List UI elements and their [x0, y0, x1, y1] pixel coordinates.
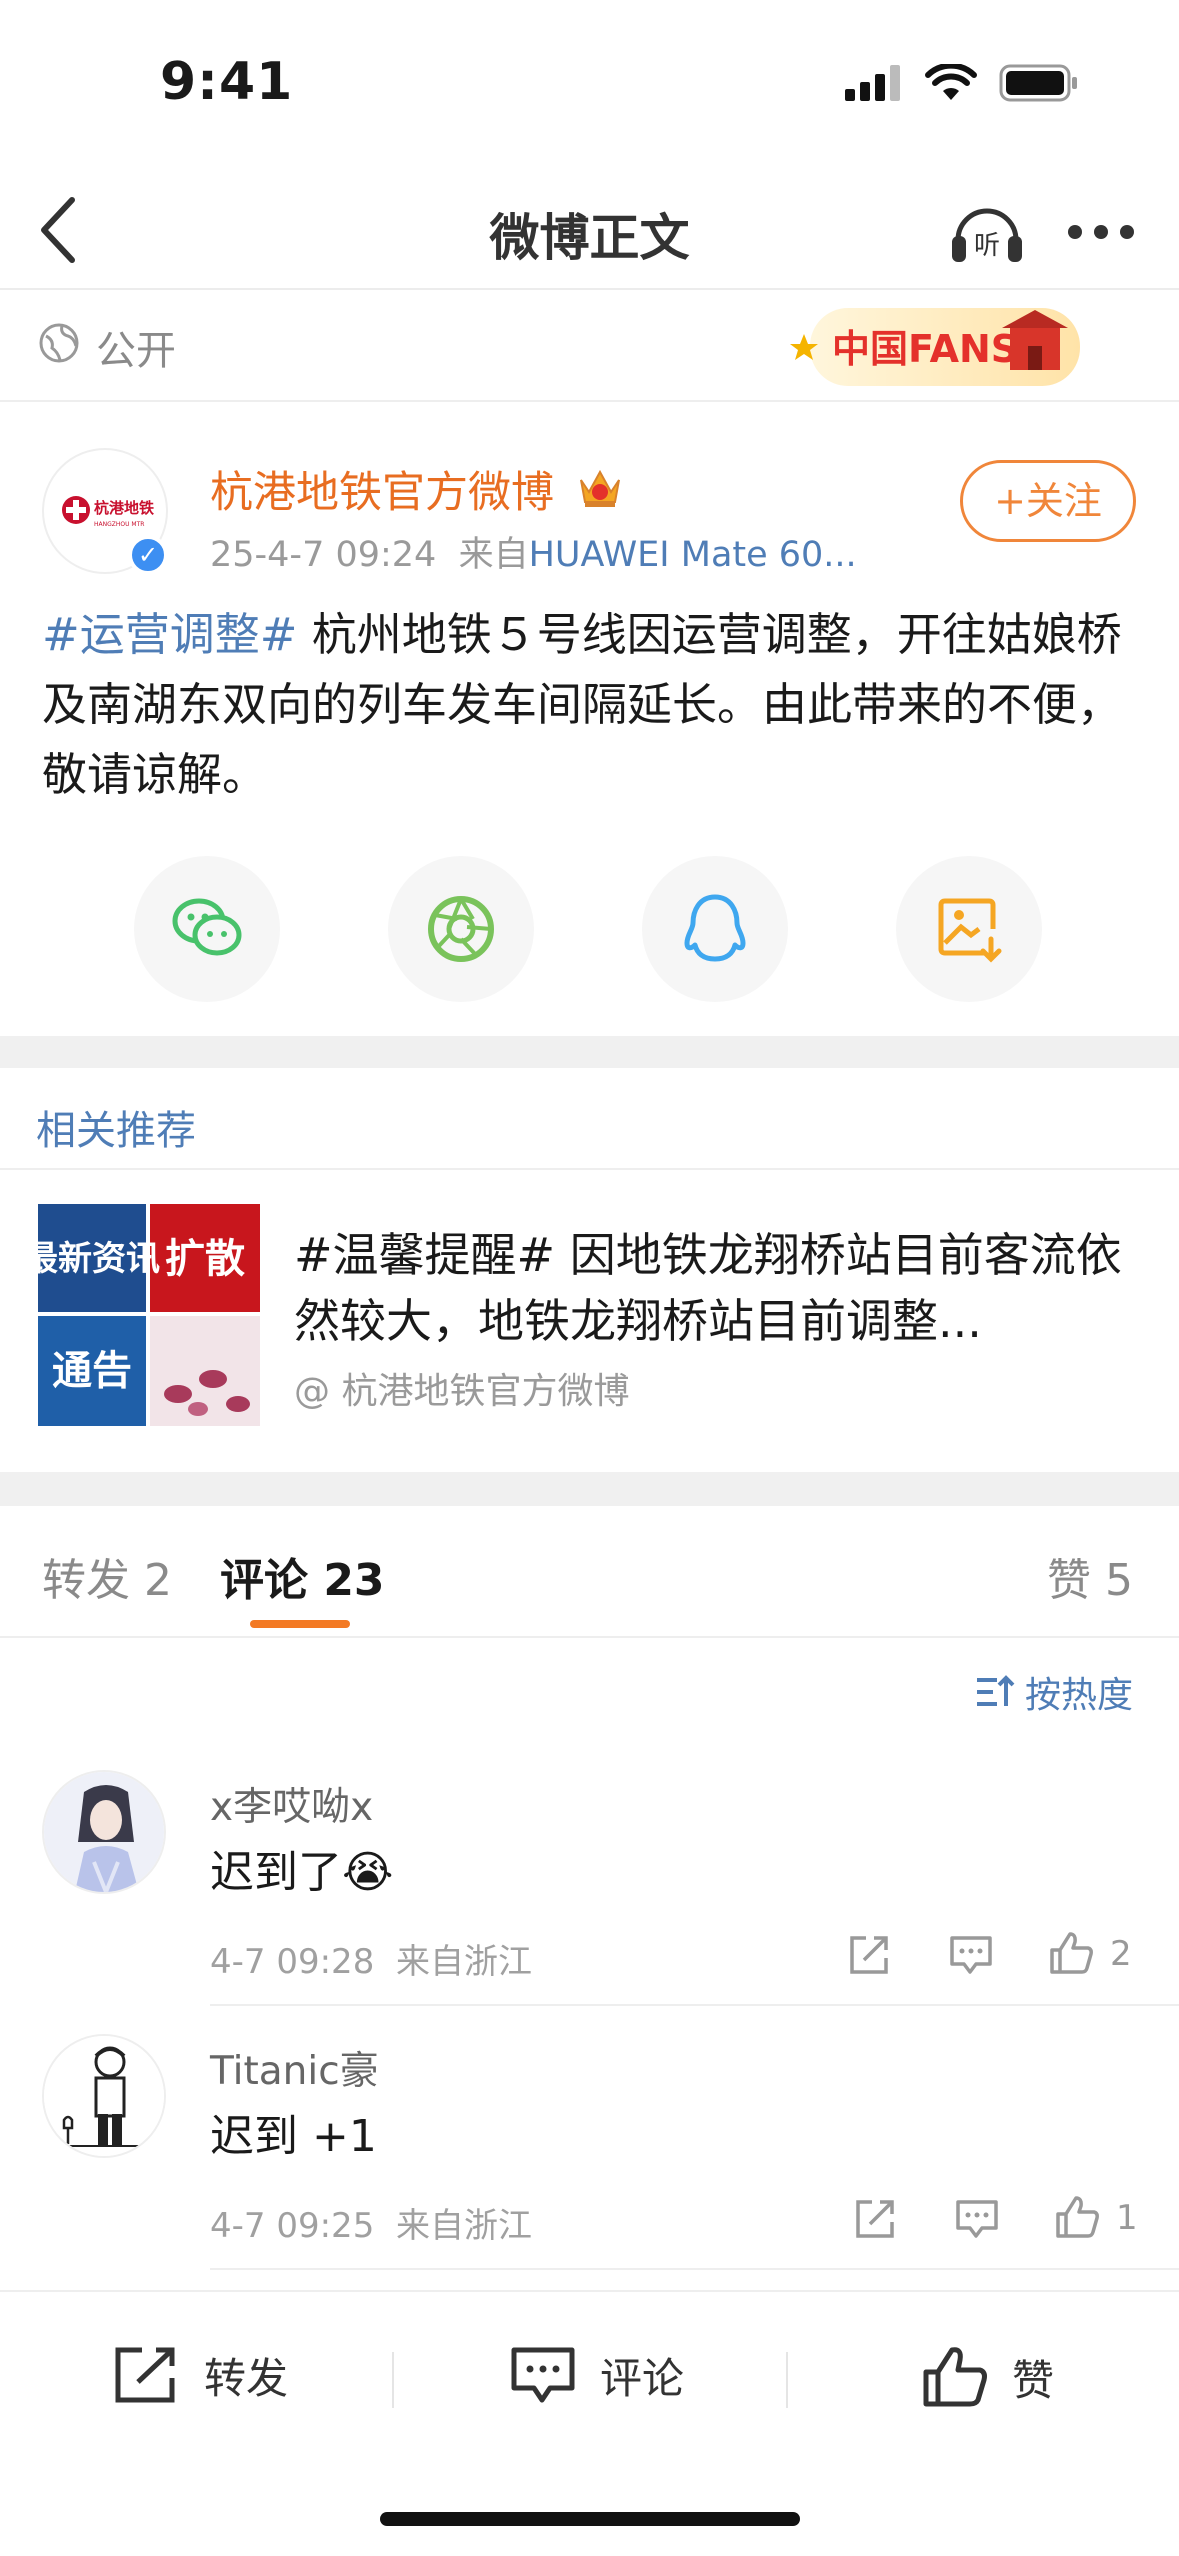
signal-icon: [845, 65, 900, 101]
qq-icon: [684, 894, 746, 962]
related-header: 相关推荐: [36, 1108, 196, 1154]
sort-label: 按热度: [1024, 1675, 1133, 1716]
comment-meta: 4-7 09:28 来自浙江: [210, 1934, 532, 1983]
status-icons: [845, 64, 1079, 102]
source-prefix: 来自: [458, 535, 529, 575]
post-hashtag[interactable]: #运营调整#: [42, 608, 297, 661]
like-label: 赞: [1012, 2355, 1055, 2405]
post-date: 25-4-7 09:24: [210, 535, 437, 575]
like-icon: [923, 2347, 987, 2407]
divider: [392, 2352, 394, 2408]
comment-icon[interactable]: [954, 2196, 1000, 2242]
sort-icon: [976, 1675, 1015, 1706]
post-text: #运营调整# 杭州地铁５号线因运营调整，开往姑娘桥及南湖东双向的列车发车间隔延长…: [42, 600, 1142, 810]
comment-author[interactable]: x李哎呦x: [210, 1776, 373, 1832]
wifi-icon: [925, 64, 977, 100]
comment-author[interactable]: Titanic豪: [210, 2040, 379, 2096]
repost-icon[interactable]: [852, 2196, 898, 2242]
globe-icon: [39, 323, 79, 363]
divider: [0, 1636, 1179, 1638]
comment-icon[interactable]: [948, 1932, 994, 1978]
comment-time: 4-7 09:28: [210, 1942, 375, 1982]
thumb-label-spread: 扩散: [165, 1236, 245, 1282]
bottom-action-bar: 转发 评论 赞: [0, 2290, 1179, 2556]
tab-comments[interactable]: 评论 23: [220, 1544, 385, 1608]
section-divider: [0, 1472, 1179, 1506]
home-indicator: [380, 2512, 800, 2526]
save-image-icon: [938, 898, 1002, 963]
thumb-label-news: 最新资讯: [38, 1239, 160, 1279]
divider: [210, 2268, 1179, 2270]
verified-badge-icon: ✓: [128, 535, 168, 575]
author-name[interactable]: 杭港地铁官方微博: [210, 458, 554, 520]
tab-likes[interactable]: 赞 5: [1047, 1544, 1133, 1608]
share-qq-button[interactable]: [642, 856, 788, 1002]
like-icon[interactable]: [1054, 2194, 1100, 2240]
status-bar: 9:41: [0, 0, 1179, 170]
repost-icon[interactable]: [846, 1932, 892, 1978]
divider: [0, 1168, 1179, 1170]
avatar-text: 杭港地铁: [94, 499, 154, 517]
comment-avatar[interactable]: [42, 1770, 166, 1894]
sort-button[interactable]: 按热度: [975, 1666, 1133, 1718]
svg-text:中国FANS: 中国FANS: [832, 327, 1018, 371]
status-time: 9:41: [160, 52, 294, 112]
related-title[interactable]: #温馨提醒# 因地铁龙翔桥站目前客流依然较大，地铁龙翔桥站目前调整...: [294, 1222, 1154, 1354]
thumb-label-notice: 通告: [52, 1348, 132, 1394]
comment-label: 评论: [600, 2353, 685, 2403]
comment-button[interactable]: 评论: [508, 2344, 684, 2406]
comment-icon: [511, 2347, 575, 2403]
visibility-label: 公开: [96, 328, 176, 374]
divider: [210, 2004, 1179, 2006]
section-divider: [0, 1036, 1179, 1068]
moments-icon: [428, 896, 494, 962]
save-image-button[interactable]: [896, 856, 1042, 1002]
comment-text: 迟到 +1: [210, 2111, 377, 2162]
comment-like-count: 2: [1110, 1934, 1132, 1974]
share-wechat-button[interactable]: [134, 856, 280, 1002]
comment-time: 4-7 09:25: [210, 2206, 375, 2246]
follow-button[interactable]: +关注: [960, 460, 1136, 542]
listen-icon[interactable]: 听: [948, 196, 1026, 268]
comment-meta: 4-7 09:25 来自浙江: [210, 2198, 532, 2247]
divider: [786, 2352, 788, 2408]
post-device[interactable]: HUAWEI Mate 60...: [529, 535, 857, 575]
repost-button[interactable]: 转发: [112, 2344, 288, 2406]
comment-avatar[interactable]: [42, 2034, 166, 2158]
visibility-row: 公开 中国FANS: [0, 292, 1179, 402]
battery-icon: [999, 64, 1077, 102]
related-thumbnail[interactable]: 最新资讯 扩散 通告: [38, 1204, 260, 1426]
comment-location: 来自浙江: [395, 2206, 532, 2246]
like-button[interactable]: 赞: [920, 2344, 1054, 2410]
tab-indicator: [250, 1620, 350, 1628]
post-meta: 25-4-7 09:24 来自HUAWEI Mate 60...: [210, 526, 857, 577]
comment-text: 迟到了😭: [210, 1847, 394, 1898]
wechat-icon: [172, 898, 242, 956]
crown-icon: [580, 469, 620, 507]
related-source[interactable]: @ 杭港地铁官方微博: [294, 1362, 629, 1414]
tab-reposts[interactable]: 转发 2: [42, 1544, 172, 1608]
nav-bar: 微博正文 听: [0, 170, 1179, 290]
more-icon[interactable]: [1068, 220, 1134, 244]
comment-like-count: 1: [1116, 2198, 1138, 2238]
china-fans-banner: 中国FANS: [790, 308, 1080, 386]
share-moments-button[interactable]: [388, 856, 534, 1002]
comment-location: 来自浙江: [395, 1942, 532, 1982]
like-icon[interactable]: [1048, 1930, 1094, 1976]
svg-text:听: 听: [974, 231, 1000, 261]
repost-icon: [115, 2347, 175, 2403]
repost-label: 转发: [204, 2353, 289, 2403]
avatar-subtext: HANGZHOU MTR: [94, 521, 144, 528]
